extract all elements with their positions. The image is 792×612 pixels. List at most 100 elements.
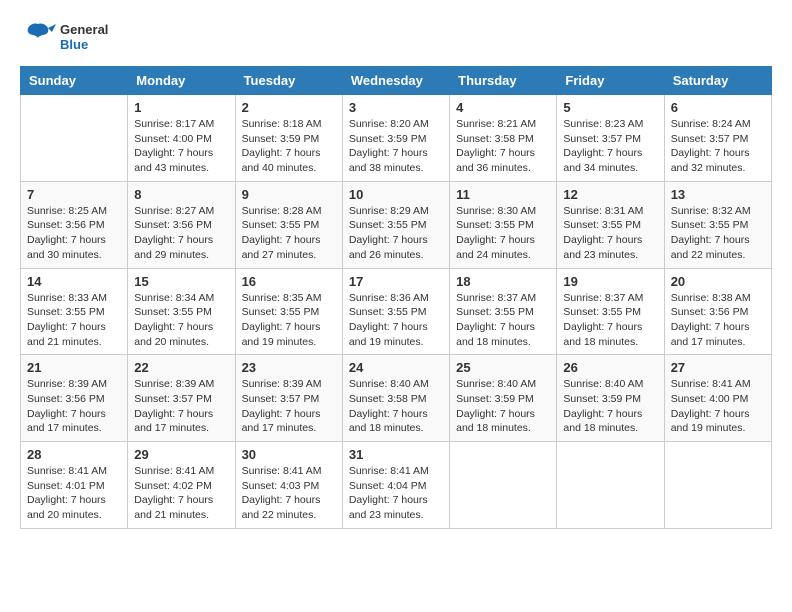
day-info: Sunrise: 8:28 AM Sunset: 3:55 PM Dayligh…	[242, 204, 336, 263]
calendar-header-row: SundayMondayTuesdayWednesdayThursdayFrid…	[21, 67, 772, 95]
calendar-cell: 10 Sunrise: 8:29 AM Sunset: 3:55 PM Dayli…	[342, 181, 449, 268]
week-row-5: 28Sunrise: 8:41 AM Sunset: 4:01 PM Dayli…	[21, 442, 772, 529]
column-header-monday: Monday	[128, 67, 235, 95]
day-number: 7	[27, 187, 121, 202]
day-number: 2	[242, 100, 336, 115]
day-info: Sunrise: 8:33 AM Sunset: 3:55 PM Dayligh…	[27, 291, 121, 350]
calendar-cell: 17Sunrise: 8:36 AM Sunset: 3:55 PM Dayli…	[342, 268, 449, 355]
day-number: 13	[671, 187, 765, 202]
day-number: 6	[671, 100, 765, 115]
calendar-cell	[557, 442, 664, 529]
day-info: Sunrise: 8:41 AM Sunset: 4:01 PM Dayligh…	[27, 464, 121, 523]
calendar-cell: 25 Sunrise: 8:40 AM Sunset: 3:59 PM Dayli…	[450, 355, 557, 442]
page-header: General Blue	[20, 20, 772, 56]
calendar-cell	[450, 442, 557, 529]
day-number: 4	[456, 100, 550, 115]
day-info: Sunrise: 8:37 AM Sunset: 3:55 PM Dayligh…	[456, 291, 550, 350]
day-info: Sunrise: 8:35 AM Sunset: 3:55 PM Dayligh…	[242, 291, 336, 350]
calendar-cell: 1Sunrise: 8:17 AM Sunset: 4:00 PM Daylig…	[128, 95, 235, 182]
day-info: Sunrise: 8:39 AM Sunset: 3:56 PM Dayligh…	[27, 377, 121, 436]
logo-blue: Blue	[60, 38, 108, 53]
day-info: Sunrise: 8:30 AM Sunset: 3:55 PM Dayligh…	[456, 204, 550, 263]
day-info: Sunrise: 8:25 AM Sunset: 3:56 PM Dayligh…	[27, 204, 121, 263]
calendar-cell: 12 Sunrise: 8:31 AM Sunset: 3:55 PM Dayli…	[557, 181, 664, 268]
calendar-cell	[21, 95, 128, 182]
column-header-saturday: Saturday	[664, 67, 771, 95]
day-number: 20	[671, 274, 765, 289]
column-header-wednesday: Wednesday	[342, 67, 449, 95]
column-header-tuesday: Tuesday	[235, 67, 342, 95]
day-number: 11	[456, 187, 550, 202]
day-number: 3	[349, 100, 443, 115]
calendar-cell: 11 Sunrise: 8:30 AM Sunset: 3:55 PM Dayli…	[450, 181, 557, 268]
day-number: 27	[671, 360, 765, 375]
calendar-cell: 9 Sunrise: 8:28 AM Sunset: 3:55 PM Daylig…	[235, 181, 342, 268]
calendar-cell: 19 Sunrise: 8:37 AM Sunset: 3:55 PM Dayli…	[557, 268, 664, 355]
day-number: 31	[349, 447, 443, 462]
calendar-cell: 23 Sunrise: 8:39 AM Sunset: 3:57 PM Dayli…	[235, 355, 342, 442]
day-info: Sunrise: 8:39 AM Sunset: 3:57 PM Dayligh…	[242, 377, 336, 436]
calendar-cell: 31Sunrise: 8:41 AM Sunset: 4:04 PM Dayli…	[342, 442, 449, 529]
day-info: Sunrise: 8:32 AM Sunset: 3:55 PM Dayligh…	[671, 204, 765, 263]
logo-general: General	[60, 23, 108, 38]
calendar-cell: 30 Sunrise: 8:41 AM Sunset: 4:03 PM Dayli…	[235, 442, 342, 529]
day-number: 8	[134, 187, 228, 202]
calendar-cell: 15 Sunrise: 8:34 AM Sunset: 3:55 PM Dayli…	[128, 268, 235, 355]
calendar-cell: 3 Sunrise: 8:20 AM Sunset: 3:59 PM Daylig…	[342, 95, 449, 182]
day-number: 15	[134, 274, 228, 289]
column-header-friday: Friday	[557, 67, 664, 95]
day-info: Sunrise: 8:24 AM Sunset: 3:57 PM Dayligh…	[671, 117, 765, 176]
week-row-2: 7 Sunrise: 8:25 AM Sunset: 3:56 PM Daylig…	[21, 181, 772, 268]
calendar-cell: 21Sunrise: 8:39 AM Sunset: 3:56 PM Dayli…	[21, 355, 128, 442]
calendar-cell: 27 Sunrise: 8:41 AM Sunset: 4:00 PM Dayli…	[664, 355, 771, 442]
day-info: Sunrise: 8:34 AM Sunset: 3:55 PM Dayligh…	[134, 291, 228, 350]
day-number: 12	[563, 187, 657, 202]
day-number: 30	[242, 447, 336, 462]
calendar-cell: 14 Sunrise: 8:33 AM Sunset: 3:55 PM Dayli…	[21, 268, 128, 355]
day-info: Sunrise: 8:20 AM Sunset: 3:59 PM Dayligh…	[349, 117, 443, 176]
calendar-table: SundayMondayTuesdayWednesdayThursdayFrid…	[20, 66, 772, 529]
day-info: Sunrise: 8:38 AM Sunset: 3:56 PM Dayligh…	[671, 291, 765, 350]
column-header-sunday: Sunday	[21, 67, 128, 95]
logo: General Blue	[20, 20, 108, 56]
day-number: 23	[242, 360, 336, 375]
day-number: 19	[563, 274, 657, 289]
day-info: Sunrise: 8:37 AM Sunset: 3:55 PM Dayligh…	[563, 291, 657, 350]
day-number: 16	[242, 274, 336, 289]
day-number: 1	[134, 100, 228, 115]
day-info: Sunrise: 8:31 AM Sunset: 3:55 PM Dayligh…	[563, 204, 657, 263]
day-info: Sunrise: 8:41 AM Sunset: 4:00 PM Dayligh…	[671, 377, 765, 436]
calendar-cell: 18 Sunrise: 8:37 AM Sunset: 3:55 PM Dayli…	[450, 268, 557, 355]
day-number: 10	[349, 187, 443, 202]
calendar-cell: 16 Sunrise: 8:35 AM Sunset: 3:55 PM Dayli…	[235, 268, 342, 355]
day-info: Sunrise: 8:27 AM Sunset: 3:56 PM Dayligh…	[134, 204, 228, 263]
calendar-cell: 20 Sunrise: 8:38 AM Sunset: 3:56 PM Dayli…	[664, 268, 771, 355]
calendar-cell: 24Sunrise: 8:40 AM Sunset: 3:58 PM Dayli…	[342, 355, 449, 442]
day-number: 17	[349, 274, 443, 289]
day-info: Sunrise: 8:41 AM Sunset: 4:03 PM Dayligh…	[242, 464, 336, 523]
day-number: 14	[27, 274, 121, 289]
logo-container: General Blue	[20, 20, 108, 56]
day-number: 26	[563, 360, 657, 375]
calendar-cell: 7 Sunrise: 8:25 AM Sunset: 3:56 PM Daylig…	[21, 181, 128, 268]
logo-bird-icon	[20, 20, 56, 56]
day-info: Sunrise: 8:41 AM Sunset: 4:02 PM Dayligh…	[134, 464, 228, 523]
calendar-cell	[664, 442, 771, 529]
calendar-cell: 28Sunrise: 8:41 AM Sunset: 4:01 PM Dayli…	[21, 442, 128, 529]
day-number: 9	[242, 187, 336, 202]
day-info: Sunrise: 8:40 AM Sunset: 3:58 PM Dayligh…	[349, 377, 443, 436]
calendar-cell: 4 Sunrise: 8:21 AM Sunset: 3:58 PM Daylig…	[450, 95, 557, 182]
day-info: Sunrise: 8:23 AM Sunset: 3:57 PM Dayligh…	[563, 117, 657, 176]
day-number: 25	[456, 360, 550, 375]
day-number: 18	[456, 274, 550, 289]
week-row-1: 1Sunrise: 8:17 AM Sunset: 4:00 PM Daylig…	[21, 95, 772, 182]
day-info: Sunrise: 8:40 AM Sunset: 3:59 PM Dayligh…	[563, 377, 657, 436]
day-info: Sunrise: 8:21 AM Sunset: 3:58 PM Dayligh…	[456, 117, 550, 176]
day-info: Sunrise: 8:40 AM Sunset: 3:59 PM Dayligh…	[456, 377, 550, 436]
week-row-4: 21Sunrise: 8:39 AM Sunset: 3:56 PM Dayli…	[21, 355, 772, 442]
day-number: 5	[563, 100, 657, 115]
calendar-cell: 6 Sunrise: 8:24 AM Sunset: 3:57 PM Daylig…	[664, 95, 771, 182]
day-info: Sunrise: 8:29 AM Sunset: 3:55 PM Dayligh…	[349, 204, 443, 263]
calendar-cell: 29Sunrise: 8:41 AM Sunset: 4:02 PM Dayli…	[128, 442, 235, 529]
day-info: Sunrise: 8:39 AM Sunset: 3:57 PM Dayligh…	[134, 377, 228, 436]
